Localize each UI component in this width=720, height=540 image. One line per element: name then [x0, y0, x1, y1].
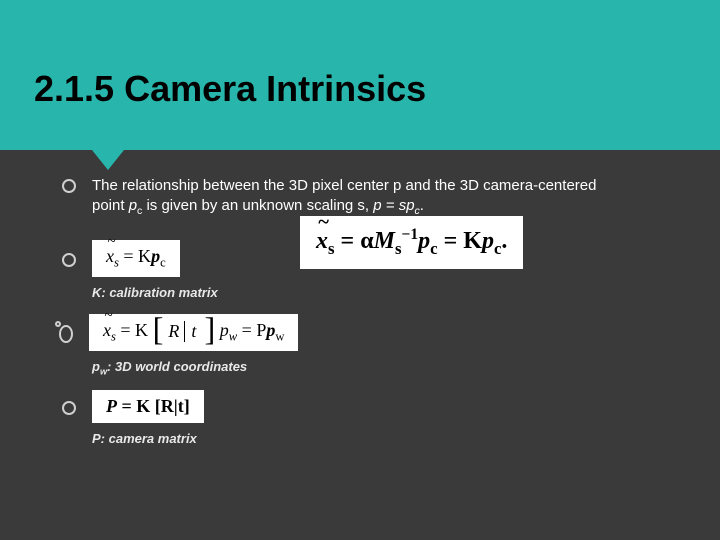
- notch-icon: [92, 150, 124, 170]
- bullet-icon: [62, 401, 76, 415]
- caption-pw: pw: 3D world coordinates: [92, 359, 696, 377]
- slide: 2.1.5 Camera Intrinsics xs = αMs−1pc = K…: [0, 0, 720, 540]
- content-area: The relationship between the 3D pixel ce…: [62, 176, 696, 460]
- bullet-icon: [62, 253, 76, 267]
- bullet-3: xs = K [Rt ] pw = Ppw: [62, 314, 696, 351]
- equation-2: xs = Kpc: [92, 240, 180, 277]
- equation-4: P = K [R|t]: [92, 390, 204, 423]
- equation-3: xs = K [Rt ] pw = Ppw: [89, 314, 298, 351]
- bullet-4: P = K [R|t]: [62, 390, 696, 423]
- caption-k: K: calibration matrix: [92, 285, 696, 300]
- bullet-2: xs = Kpc: [62, 240, 696, 277]
- bullet-icon: [59, 325, 73, 343]
- caption-p: P: camera matrix: [92, 431, 696, 446]
- slide-title: 2.1.5 Camera Intrinsics: [34, 68, 426, 110]
- bullet-icon: [62, 179, 76, 193]
- title-band: 2.1.5 Camera Intrinsics: [0, 0, 720, 150]
- bullet-1: The relationship between the 3D pixel ce…: [62, 176, 696, 218]
- intro-text: The relationship between the 3D pixel ce…: [92, 176, 596, 218]
